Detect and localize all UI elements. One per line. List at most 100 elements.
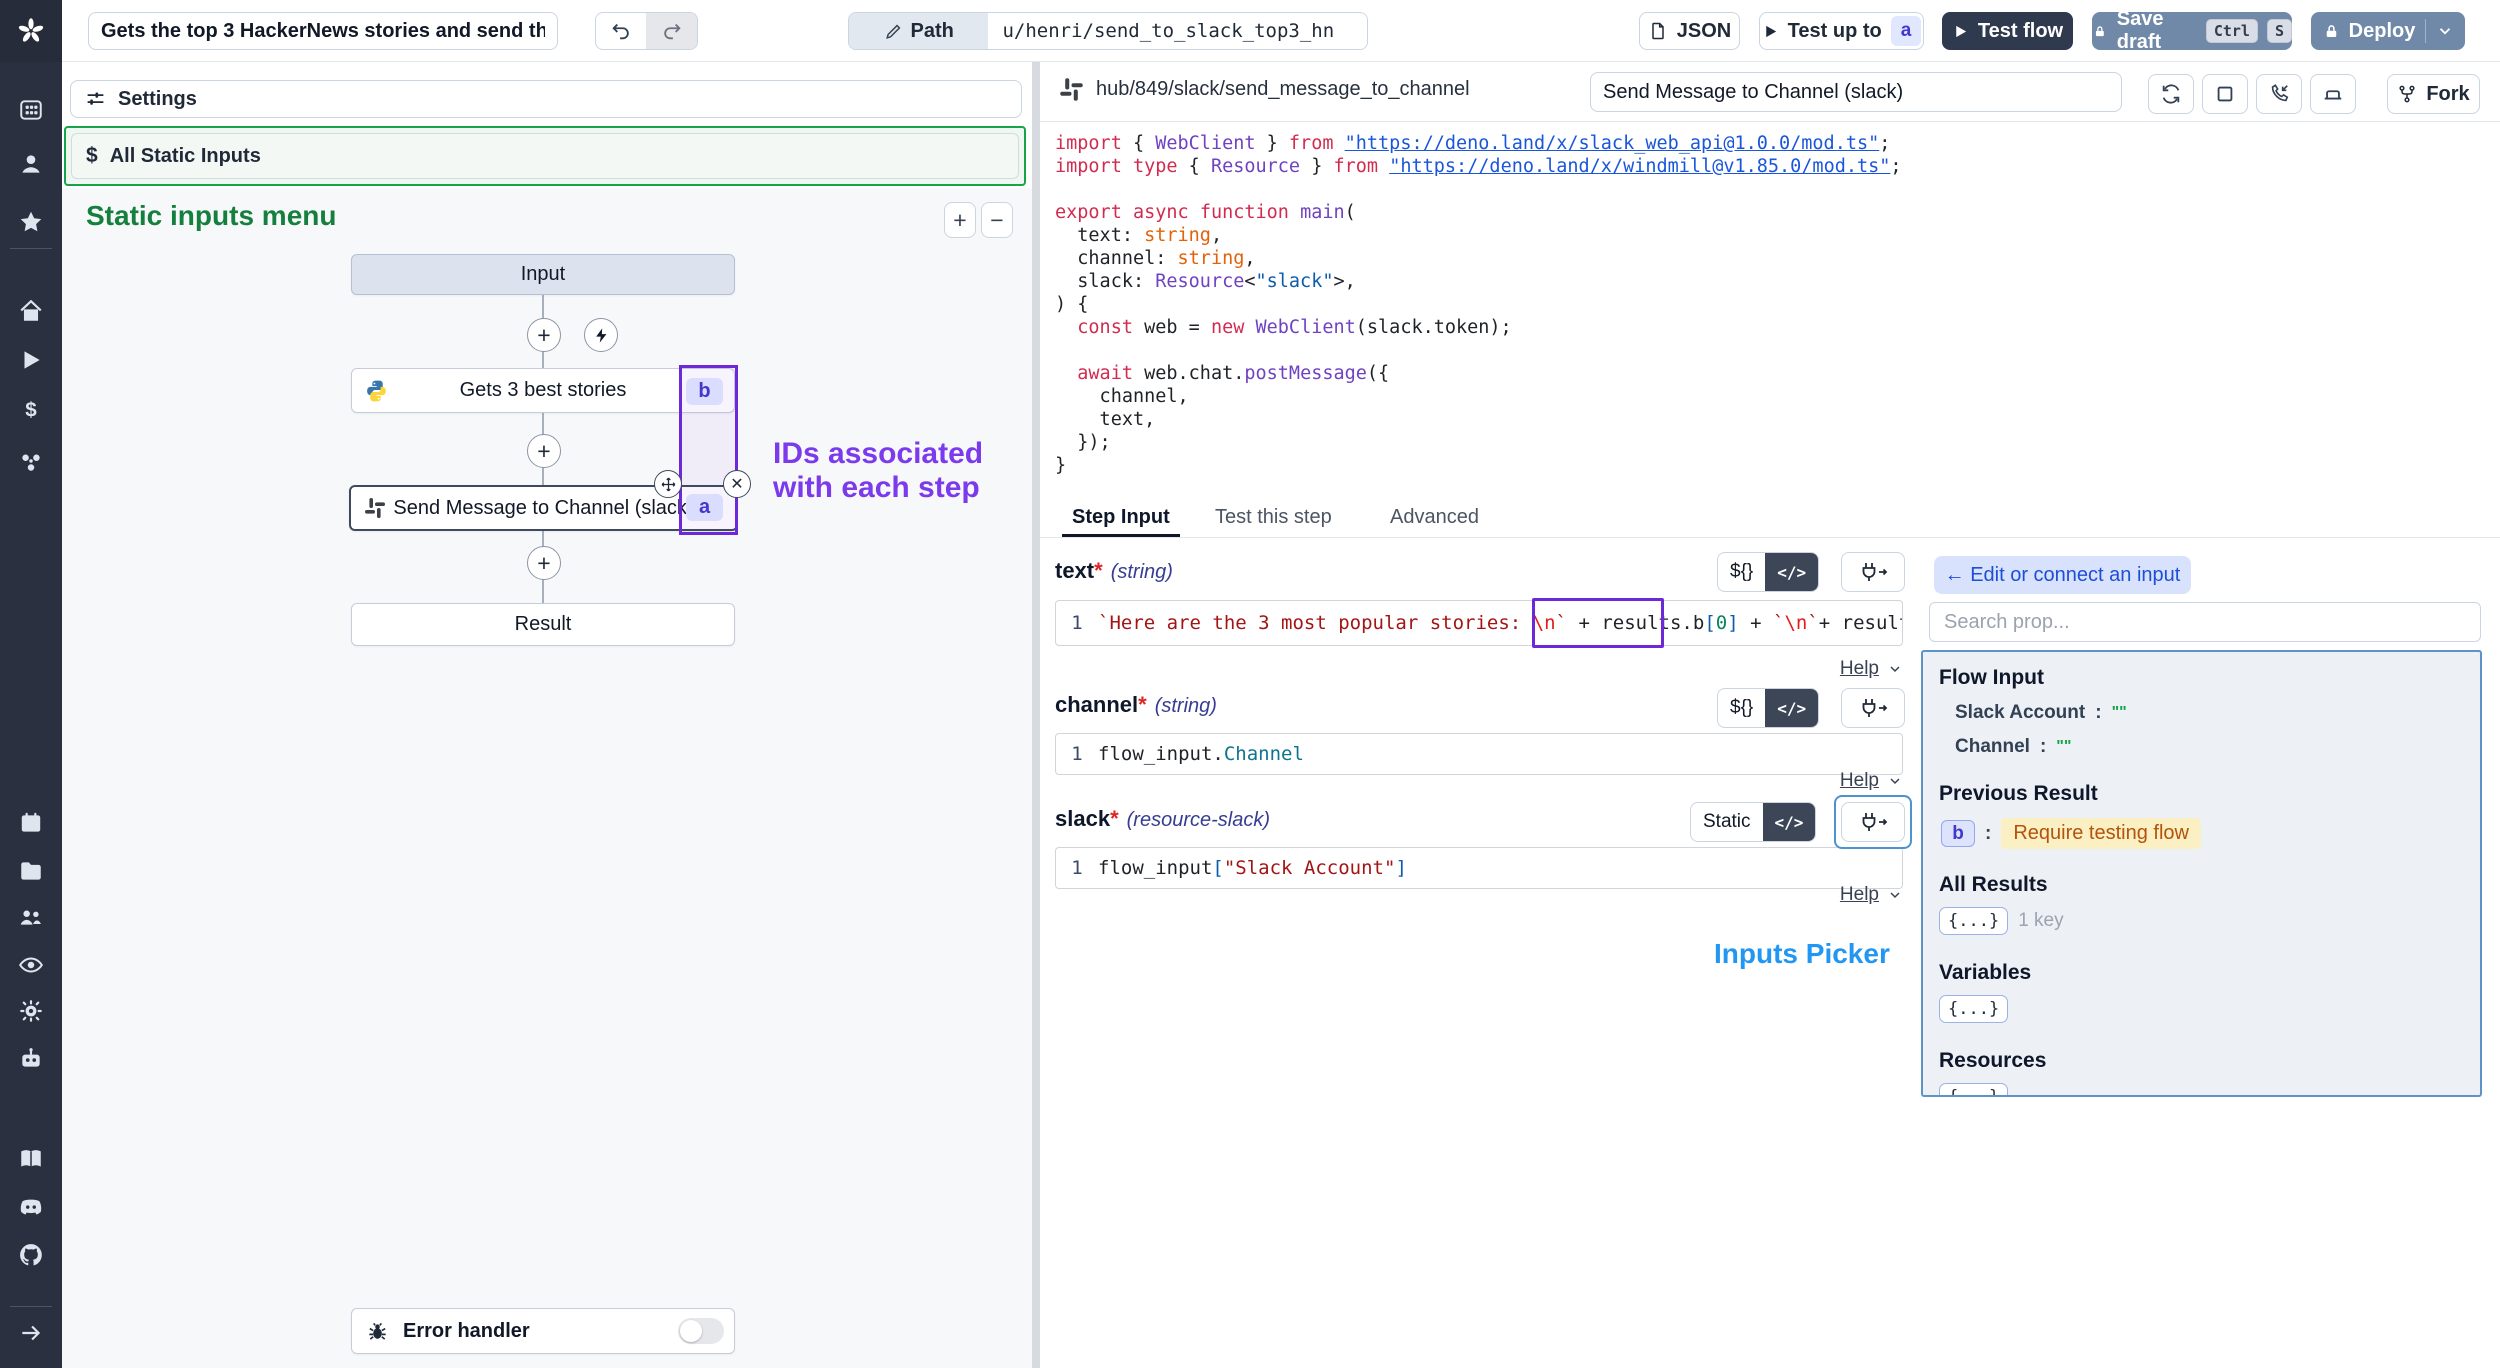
- sidebar-item-workers[interactable]: [0, 1037, 62, 1081]
- text-connect-button[interactable]: [1841, 552, 1905, 592]
- flow-title-input[interactable]: [88, 12, 558, 50]
- add-step-button[interactable]: +: [527, 546, 561, 580]
- kbd-ctrl: Ctrl: [2206, 19, 2258, 43]
- code-mode-icon[interactable]: </>: [1763, 803, 1816, 841]
- sidebar-item-runs[interactable]: [0, 338, 62, 382]
- sidebar-item-folders[interactable]: [0, 849, 62, 893]
- all-results-object-chip[interactable]: {...}: [1939, 907, 2008, 935]
- chevron-down-icon[interactable]: [2436, 22, 2454, 40]
- hub-script-path[interactable]: hub/849/slack/send_message_to_channel: [1096, 78, 1470, 101]
- arrow-right-icon: [18, 1320, 44, 1346]
- all-results-title: All Results: [1939, 873, 2464, 897]
- flow-node-input[interactable]: Input: [351, 254, 735, 295]
- json-button[interactable]: JSON: [1639, 12, 1740, 50]
- variables-object-chip[interactable]: {...}: [1939, 995, 2008, 1023]
- flow-input-title: Flow Input: [1939, 666, 2464, 690]
- expand-editor-button[interactable]: [2202, 74, 2248, 114]
- chevron-down-icon: [1887, 773, 1903, 789]
- test-up-to-button[interactable]: Test up toa: [1759, 12, 1924, 50]
- flow-node-result[interactable]: Result: [351, 603, 735, 646]
- tab-step-input[interactable]: Step Input: [1072, 506, 1170, 529]
- reload-script-button[interactable]: [2148, 74, 2194, 114]
- error-handler-toggle[interactable]: [678, 1318, 724, 1344]
- sidebar-expand-button[interactable]: [0, 1311, 62, 1355]
- sidebar-item-workspaces[interactable]: [0, 88, 62, 132]
- search-prop-input[interactable]: [1929, 602, 2481, 642]
- text-help-link[interactable]: Help: [1788, 658, 1903, 680]
- channel-input-mode-toggle[interactable]: ${}</>: [1717, 688, 1819, 728]
- svg-text:$: $: [25, 399, 37, 422]
- capture-request-button[interactable]: [2256, 74, 2302, 114]
- variables-row: {...}: [1939, 995, 2464, 1023]
- tab-advanced[interactable]: Advanced: [1390, 506, 1479, 529]
- code-mode-icon[interactable]: </>: [1765, 689, 1818, 727]
- fork-button[interactable]: Fork: [2387, 74, 2480, 114]
- top-toolbar: Path JSON Test up toa Test flow Save dra…: [62, 0, 2500, 62]
- delete-step-button[interactable]: ✕: [723, 470, 751, 498]
- deploy-button[interactable]: Deploy: [2311, 12, 2465, 50]
- step-summary-input[interactable]: [1590, 72, 2122, 112]
- resources-object-chip[interactable]: {...}: [1939, 1083, 2008, 1097]
- square-icon: [2214, 83, 2236, 105]
- user-icon: [18, 151, 44, 177]
- windmill-logo[interactable]: [0, 0, 62, 62]
- sidebar-item-discord[interactable]: [0, 1184, 62, 1228]
- redo-button[interactable]: [646, 13, 697, 49]
- library-button[interactable]: [2310, 74, 2356, 114]
- add-step-button[interactable]: +: [527, 434, 561, 468]
- edit-or-connect-button[interactable]: ← Edit or connect an input: [1934, 556, 2191, 594]
- sidebar-item-audit-logs[interactable]: [0, 943, 62, 987]
- sidebar-item-github[interactable]: [0, 1233, 62, 1277]
- text-expression-editor[interactable]: 1`Here are the 3 most popular stories: \…: [1055, 600, 1903, 646]
- plug-arrow-icon: [1856, 560, 1890, 584]
- channel-expression-editor[interactable]: 1flow_input.Channel: [1055, 733, 1903, 775]
- robot-icon: [18, 1046, 44, 1072]
- sidebar-item-schedules[interactable]: [0, 801, 62, 845]
- save-draft-button[interactable]: Save draftCtrlS: [2092, 12, 2292, 50]
- move-icon: [660, 476, 677, 493]
- flow-node-step-b[interactable]: Gets 3 best stories: [351, 368, 735, 413]
- sidebar-item-user[interactable]: [0, 142, 62, 186]
- error-handler-node[interactable]: Error handler: [351, 1308, 735, 1354]
- sidebar-item-settings[interactable]: [0, 989, 62, 1033]
- prop-channel[interactable]: Channel:"": [1955, 736, 2464, 758]
- test-flow-button[interactable]: Test flow: [1942, 12, 2073, 50]
- path-input[interactable]: [988, 13, 1367, 49]
- add-step-button[interactable]: +: [527, 318, 561, 352]
- annotation-connect-highlight-box: [1834, 795, 1912, 849]
- resources-title: Resources: [1939, 1049, 2464, 1073]
- tab-test-this-step[interactable]: Test this step: [1215, 506, 1332, 529]
- sidebar-item-home[interactable]: [0, 289, 62, 333]
- slack-help-link[interactable]: Help: [1788, 884, 1903, 906]
- zoom-in-button[interactable]: +: [944, 202, 976, 238]
- path-label[interactable]: Path: [849, 13, 988, 49]
- channel-connect-button[interactable]: [1841, 688, 1905, 728]
- plus-icon: +: [537, 322, 550, 349]
- lightning-icon: [593, 327, 610, 344]
- flow-settings-button[interactable]: Settings: [70, 80, 1022, 118]
- all-static-inputs-button[interactable]: $ All Static Inputs: [71, 133, 1019, 179]
- slack-expression-editor[interactable]: 1flow_input["Slack Account"]: [1055, 847, 1903, 889]
- slack-input-mode-toggle[interactable]: Static</>: [1690, 802, 1816, 842]
- sidebar-item-resources[interactable]: [0, 439, 62, 483]
- sliders-icon: [85, 89, 106, 110]
- code-mode-icon[interactable]: </>: [1765, 553, 1818, 591]
- sidebar-item-groups[interactable]: [0, 895, 62, 939]
- undo-button[interactable]: [596, 13, 646, 49]
- play-icon: [1762, 23, 1779, 40]
- bench-icon: [2322, 83, 2344, 105]
- move-step-handle[interactable]: [654, 470, 682, 498]
- path-group: Path: [848, 12, 1368, 50]
- channel-help-link[interactable]: Help: [1788, 770, 1903, 792]
- panel-resize-divider[interactable]: [1032, 62, 1040, 1368]
- sidebar-item-variables[interactable]: $: [0, 388, 62, 432]
- variables-title: Variables: [1939, 961, 2464, 985]
- previous-result-row[interactable]: b : Require testing flow: [1941, 818, 2464, 849]
- text-input-mode-toggle[interactable]: ${}</>: [1717, 552, 1819, 592]
- sidebar-item-favorites[interactable]: [0, 200, 62, 244]
- step-code-editor[interactable]: import { WebClient } from "https://deno.…: [1055, 132, 2485, 484]
- zoom-out-button[interactable]: −: [981, 202, 1013, 238]
- sidebar-item-docs[interactable]: [0, 1137, 62, 1181]
- add-trigger-button[interactable]: [584, 318, 618, 352]
- prop-slack-account[interactable]: Slack Account:"": [1955, 702, 2464, 724]
